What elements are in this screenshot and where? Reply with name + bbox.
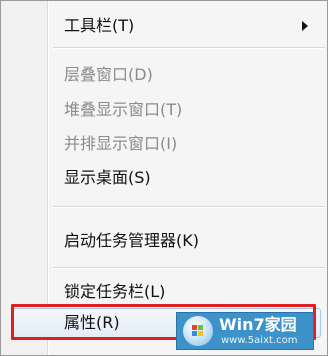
menu-item-label: 显示桌面(S): [64, 168, 151, 187]
watermark-url: www.5aixt.com: [221, 335, 298, 346]
site-watermark: Win7家园 www.5aixt.com: [176, 312, 314, 350]
menu-item-side-by-side-windows: 并排显示窗口(I): [3, 129, 325, 159]
win7-home-logo-icon: [183, 316, 213, 346]
menu-item-label: 工具栏(T): [64, 16, 135, 35]
menu-item-toolbars[interactable]: 工具栏(T): [3, 11, 325, 41]
submenu-arrow-icon: [302, 21, 308, 31]
taskbar-context-menu: 工具栏(T) 层叠窗口(D) 堆叠显示窗口(T) 并排显示窗口(I) 显示桌面(…: [0, 0, 328, 356]
menu-separator: [53, 206, 325, 208]
menu-item-label: 层叠窗口(D): [64, 65, 153, 84]
windows-flag-icon: [192, 325, 204, 337]
menu-item-cascade-windows: 层叠窗口(D): [3, 60, 325, 90]
menu-item-show-desktop[interactable]: 显示桌面(S): [3, 163, 325, 193]
menu-item-start-task-manager[interactable]: 启动任务管理器(K): [3, 226, 325, 256]
menu-item-label: 堆叠显示窗口(T): [64, 100, 183, 119]
menu-item-label: 并排显示窗口(I): [64, 134, 178, 153]
menu-separator: [53, 267, 325, 269]
menu-item-stack-windows: 堆叠显示窗口(T): [3, 95, 325, 125]
menu-item-lock-taskbar[interactable]: 锁定任务栏(L): [3, 277, 325, 307]
menu-item-label: 启动任务管理器(K): [64, 231, 199, 250]
menu-item-label: 锁定任务栏(L): [64, 282, 166, 301]
menu-separator: [53, 47, 325, 49]
watermark-title: Win7家园: [219, 315, 297, 334]
